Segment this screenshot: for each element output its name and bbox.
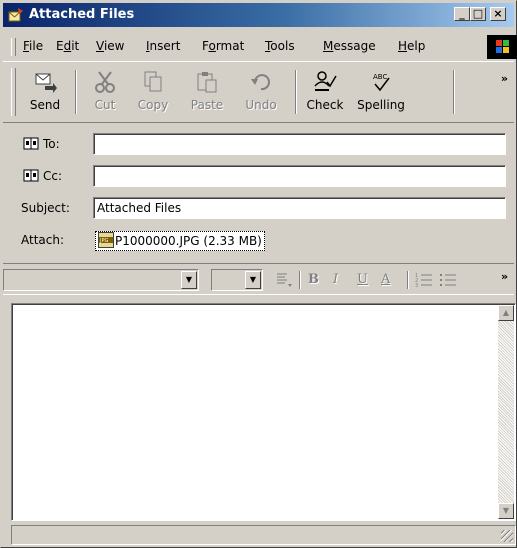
undo-button[interactable]: Undo	[239, 66, 283, 118]
attach-label: Attach:	[21, 233, 65, 247]
cc-label[interactable]: Cc:	[23, 169, 62, 183]
toolbar-separator	[453, 70, 455, 114]
menu-view[interactable]: View	[96, 39, 124, 53]
toolbar-separator	[295, 70, 297, 114]
toolbar-overflow-chevron[interactable]: »	[501, 72, 508, 85]
status-bar	[11, 525, 516, 545]
format-separator	[299, 271, 301, 289]
compose-window: Attached Files _ □ × File Edit View Inse…	[0, 0, 517, 548]
menu-file-label: ile	[29, 39, 44, 53]
windows-logo	[487, 35, 517, 59]
menu-bar: File Edit View Insert Format Tools Messa…	[3, 35, 517, 59]
menu-format-label: rmat	[215, 39, 245, 53]
dropdown-arrow-icon[interactable]: ▼	[181, 271, 197, 289]
vertical-scrollbar[interactable]: ▲ ▼	[498, 305, 514, 519]
menu-help-label: elp	[407, 39, 426, 53]
check-names-icon	[314, 71, 337, 91]
toolbar-separator	[75, 70, 77, 114]
resize-grip[interactable]	[501, 530, 513, 542]
send-icon	[35, 73, 57, 93]
menu-edit-pre: E	[56, 39, 64, 53]
menu-tools[interactable]: Tools	[265, 39, 295, 53]
copy-button[interactable]: Copy	[131, 66, 175, 118]
cut-button[interactable]: Cut	[85, 66, 125, 118]
paste-icon	[197, 72, 217, 93]
svg-text:ABC: ABC	[373, 73, 387, 81]
undo-icon	[251, 74, 270, 91]
spelling-button[interactable]: ABC Spelling	[353, 66, 409, 118]
font-size-dropdown[interactable]: ▼	[211, 269, 263, 291]
spelling-label: Spelling	[357, 98, 405, 112]
copy-label: Copy	[137, 98, 169, 112]
format-separator	[407, 271, 409, 289]
message-body[interactable]: ▲ ▼	[11, 303, 516, 521]
subject-label: Subject:	[21, 201, 70, 215]
menu-format[interactable]: Format	[202, 39, 244, 53]
address-book-icon	[23, 137, 39, 150]
cc-label-text: Cc:	[43, 169, 63, 183]
menu-message-accel: M	[323, 39, 334, 53]
to-label-text: To:	[43, 137, 60, 151]
jpg-icon-text: JPG	[99, 238, 108, 244]
attachment-item[interactable]: JPG P1000000.JPG (2.33 MB)	[95, 231, 265, 251]
check-names-button[interactable]: Check	[303, 66, 347, 118]
menu-edit[interactable]: Edit	[56, 39, 79, 53]
subject-field[interactable]: Attached Files	[93, 197, 506, 219]
dropdown-arrow-icon[interactable]: ▼	[245, 271, 261, 289]
menu-insert[interactable]: Insert	[146, 39, 180, 53]
undo-label: Undo	[245, 98, 277, 112]
cut-label: Cut	[94, 98, 116, 112]
scroll-up-button[interactable]: ▲	[498, 305, 514, 321]
font-color-button[interactable]: A	[381, 272, 390, 287]
svg-text:3: 3	[415, 283, 418, 288]
new-message-icon	[8, 8, 23, 22]
standard-toolbar: Send Cut Copy Paste Undo Check ABC Spell…	[3, 61, 514, 123]
maximize-button[interactable]: □	[470, 7, 486, 21]
menu-format-accel: o	[208, 39, 216, 53]
toolbar-grip[interactable]	[11, 68, 16, 116]
menu-insert-label: nsert	[149, 39, 181, 53]
attachment-name: P1000000.JPG (2.33 MB)	[115, 234, 262, 248]
bold-button[interactable]: B	[308, 272, 319, 287]
scroll-down-button[interactable]: ▼	[498, 503, 514, 519]
menu-view-label: iew	[103, 39, 125, 53]
numbered-list-icon[interactable]: 1 2 3	[415, 272, 433, 288]
menu-tools-label: ools	[270, 39, 295, 53]
bulleted-list-icon[interactable]	[439, 272, 457, 288]
close-button[interactable]: ×	[490, 7, 506, 21]
copy-icon	[144, 71, 162, 92]
send-label: Send	[29, 98, 61, 112]
to-label[interactable]: To:	[23, 137, 60, 151]
scissors-icon	[95, 71, 115, 93]
minimize-button[interactable]: _	[454, 7, 470, 21]
paste-label: Paste	[190, 98, 224, 112]
menu-message-label: essage	[333, 39, 376, 53]
menu-view-accel: V	[96, 39, 104, 53]
cc-field[interactable]	[93, 165, 506, 187]
jpg-file-icon: JPG	[98, 232, 114, 248]
title-bar[interactable]: Attached Files _ □ ×	[3, 3, 514, 27]
address-book-icon	[23, 169, 39, 182]
windows-flag-icon	[496, 40, 509, 53]
italic-button[interactable]: I	[333, 272, 338, 287]
menu-edit-label: it	[71, 39, 80, 53]
send-button[interactable]: Send	[25, 66, 65, 118]
check-label: Check	[306, 98, 344, 112]
menu-help[interactable]: Help	[398, 39, 425, 53]
window-title: Attached Files	[29, 7, 135, 22]
format-overflow-chevron[interactable]: »	[501, 270, 508, 283]
menu-file[interactable]: File	[23, 39, 43, 53]
formatting-toolbar: ▼ ▼ B I U A 1 2 3 »	[3, 263, 514, 295]
spelling-icon: ABC	[373, 73, 390, 92]
menubar-grip[interactable]	[11, 38, 16, 56]
underline-button[interactable]: U	[357, 272, 368, 287]
to-field[interactable]	[93, 133, 506, 155]
paste-button[interactable]: Paste	[183, 66, 231, 118]
paragraph-style-icon[interactable]	[275, 272, 293, 288]
attach-field: JPG P1000000.JPG (2.33 MB)	[93, 229, 506, 251]
menu-help-accel: H	[398, 39, 408, 53]
font-name-dropdown[interactable]: ▼	[3, 269, 199, 291]
menu-message[interactable]: Message	[323, 39, 376, 53]
